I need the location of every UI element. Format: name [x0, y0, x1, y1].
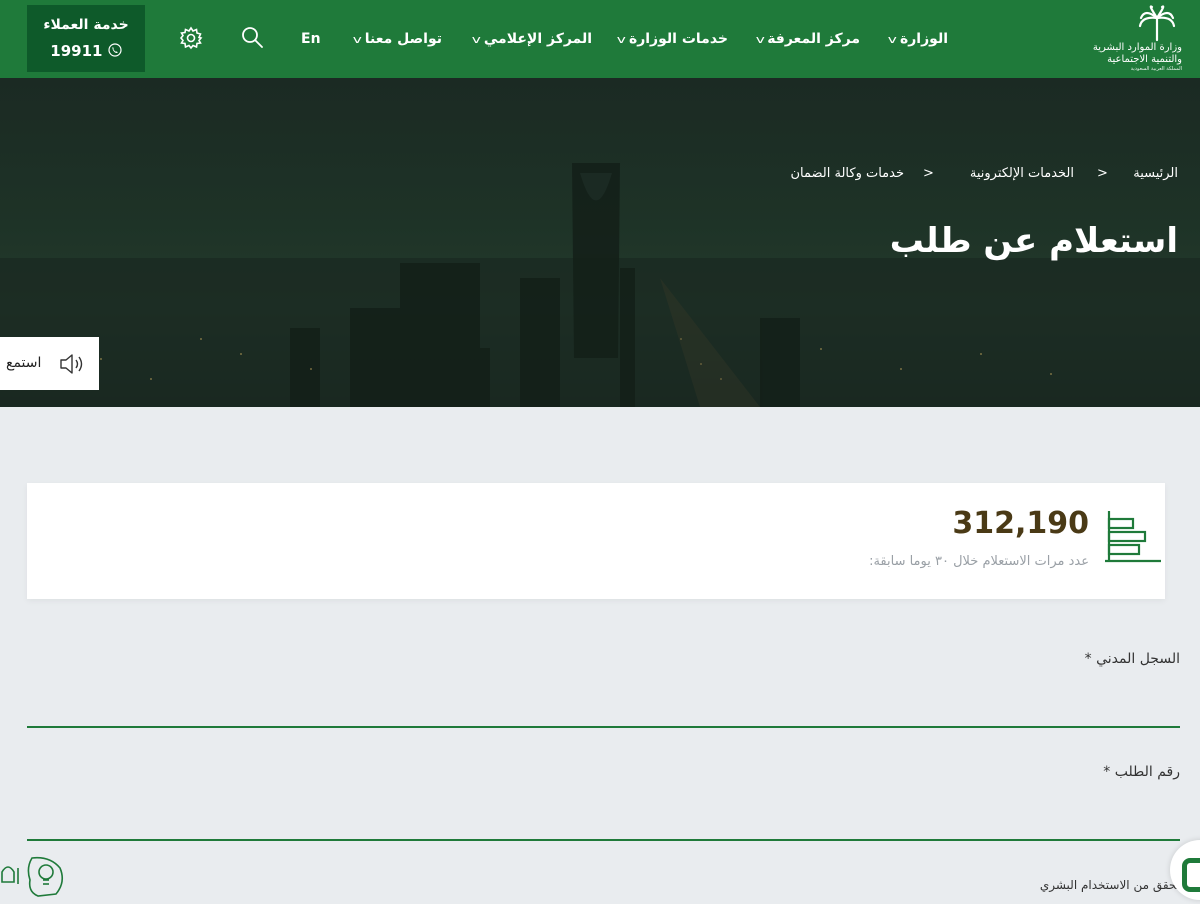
inquiry-count: 312,190	[952, 506, 1089, 541]
logo-line-1: وزارة الموارد البشرية	[1092, 42, 1182, 53]
nav-ministry-services[interactable]: خدمات الوزارةv	[617, 28, 728, 50]
palm-tree-icon	[1138, 5, 1176, 42]
nav-knowledge-center[interactable]: مركز المعرفةv	[755, 28, 860, 50]
logo-line-2: والتنمية الاجتماعية	[1107, 54, 1182, 65]
breadcrumb-separator-icon: >	[923, 166, 934, 181]
phone-icon	[108, 43, 122, 57]
breadcrumb-current: خدمات وكالة الضمان	[790, 166, 904, 181]
listen-button[interactable]: استمع	[0, 337, 99, 390]
hotline-number-row: 19911	[27, 41, 145, 61]
nav-ministry[interactable]: الوزارةv	[888, 28, 948, 50]
nav-label: تواصل معنا	[364, 31, 442, 47]
request-number-label: رقم الطلب *	[1103, 764, 1180, 780]
nav-contact-us[interactable]: تواصل معناv	[352, 28, 442, 50]
chevron-down-icon: v	[617, 33, 627, 46]
customer-service-hotline[interactable]: خدمة العملاء 19911	[27, 5, 145, 72]
captcha-label: تحقق من الاستخدام البشري	[1039, 878, 1180, 892]
chevron-down-icon: v	[755, 33, 765, 46]
bar-chart-icon	[1105, 511, 1161, 563]
listen-label: استمع	[6, 355, 42, 371]
logo-line-3: المملكة العربية السعودية	[1130, 66, 1182, 72]
nav-label: الوزارة	[899, 31, 948, 47]
request-number-input[interactable]	[27, 809, 1180, 841]
hotline-number: 19911	[50, 42, 103, 60]
civil-record-label: السجل المدني *	[1084, 651, 1180, 667]
chevron-down-icon: v	[352, 33, 363, 46]
lightbulb-logo-icon	[0, 852, 70, 900]
breadcrumb-separator-icon: >	[1097, 166, 1108, 181]
chat-icon	[1182, 858, 1200, 892]
nav-label: خدمات الوزارة	[628, 31, 728, 47]
hotline-title: خدمة العملاء	[43, 17, 129, 33]
search-icon[interactable]	[240, 25, 266, 51]
page-title: استعلام عن طلب	[889, 221, 1178, 261]
nav-media-center[interactable]: المركز الإعلاميv	[472, 28, 592, 50]
speaker-icon	[60, 354, 83, 374]
chevron-down-icon: v	[888, 33, 898, 46]
hero-banner: الرئيسية > الخدمات الإلكترونية > خدمات و…	[0, 78, 1200, 407]
gear-icon[interactable]	[178, 25, 204, 51]
inquiry-stats-card: 312,190 عدد مرات الاستعلام خلال ٣٠ يوما …	[27, 483, 1165, 599]
chevron-down-icon: v	[472, 33, 482, 46]
breadcrumb-home[interactable]: الرئيسية	[1133, 164, 1178, 184]
breadcrumb-e-services[interactable]: الخدمات الإلكترونية	[970, 164, 1074, 184]
language-switch[interactable]: En	[301, 28, 321, 50]
nav-label: المركز الإعلامي	[483, 31, 592, 47]
nav-label: مركز المعرفة	[767, 31, 860, 47]
inquiry-count-caption: عدد مرات الاستعلام خلال ٣٠ يوما سابقة:	[869, 554, 1089, 569]
top-navigation-bar: وزارة الموارد البشرية والتنمية الاجتماعي…	[0, 0, 1200, 78]
civil-record-input[interactable]	[27, 696, 1180, 728]
ministry-logo[interactable]: وزارة الموارد البشرية والتنمية الاجتماعي…	[1082, 4, 1182, 74]
